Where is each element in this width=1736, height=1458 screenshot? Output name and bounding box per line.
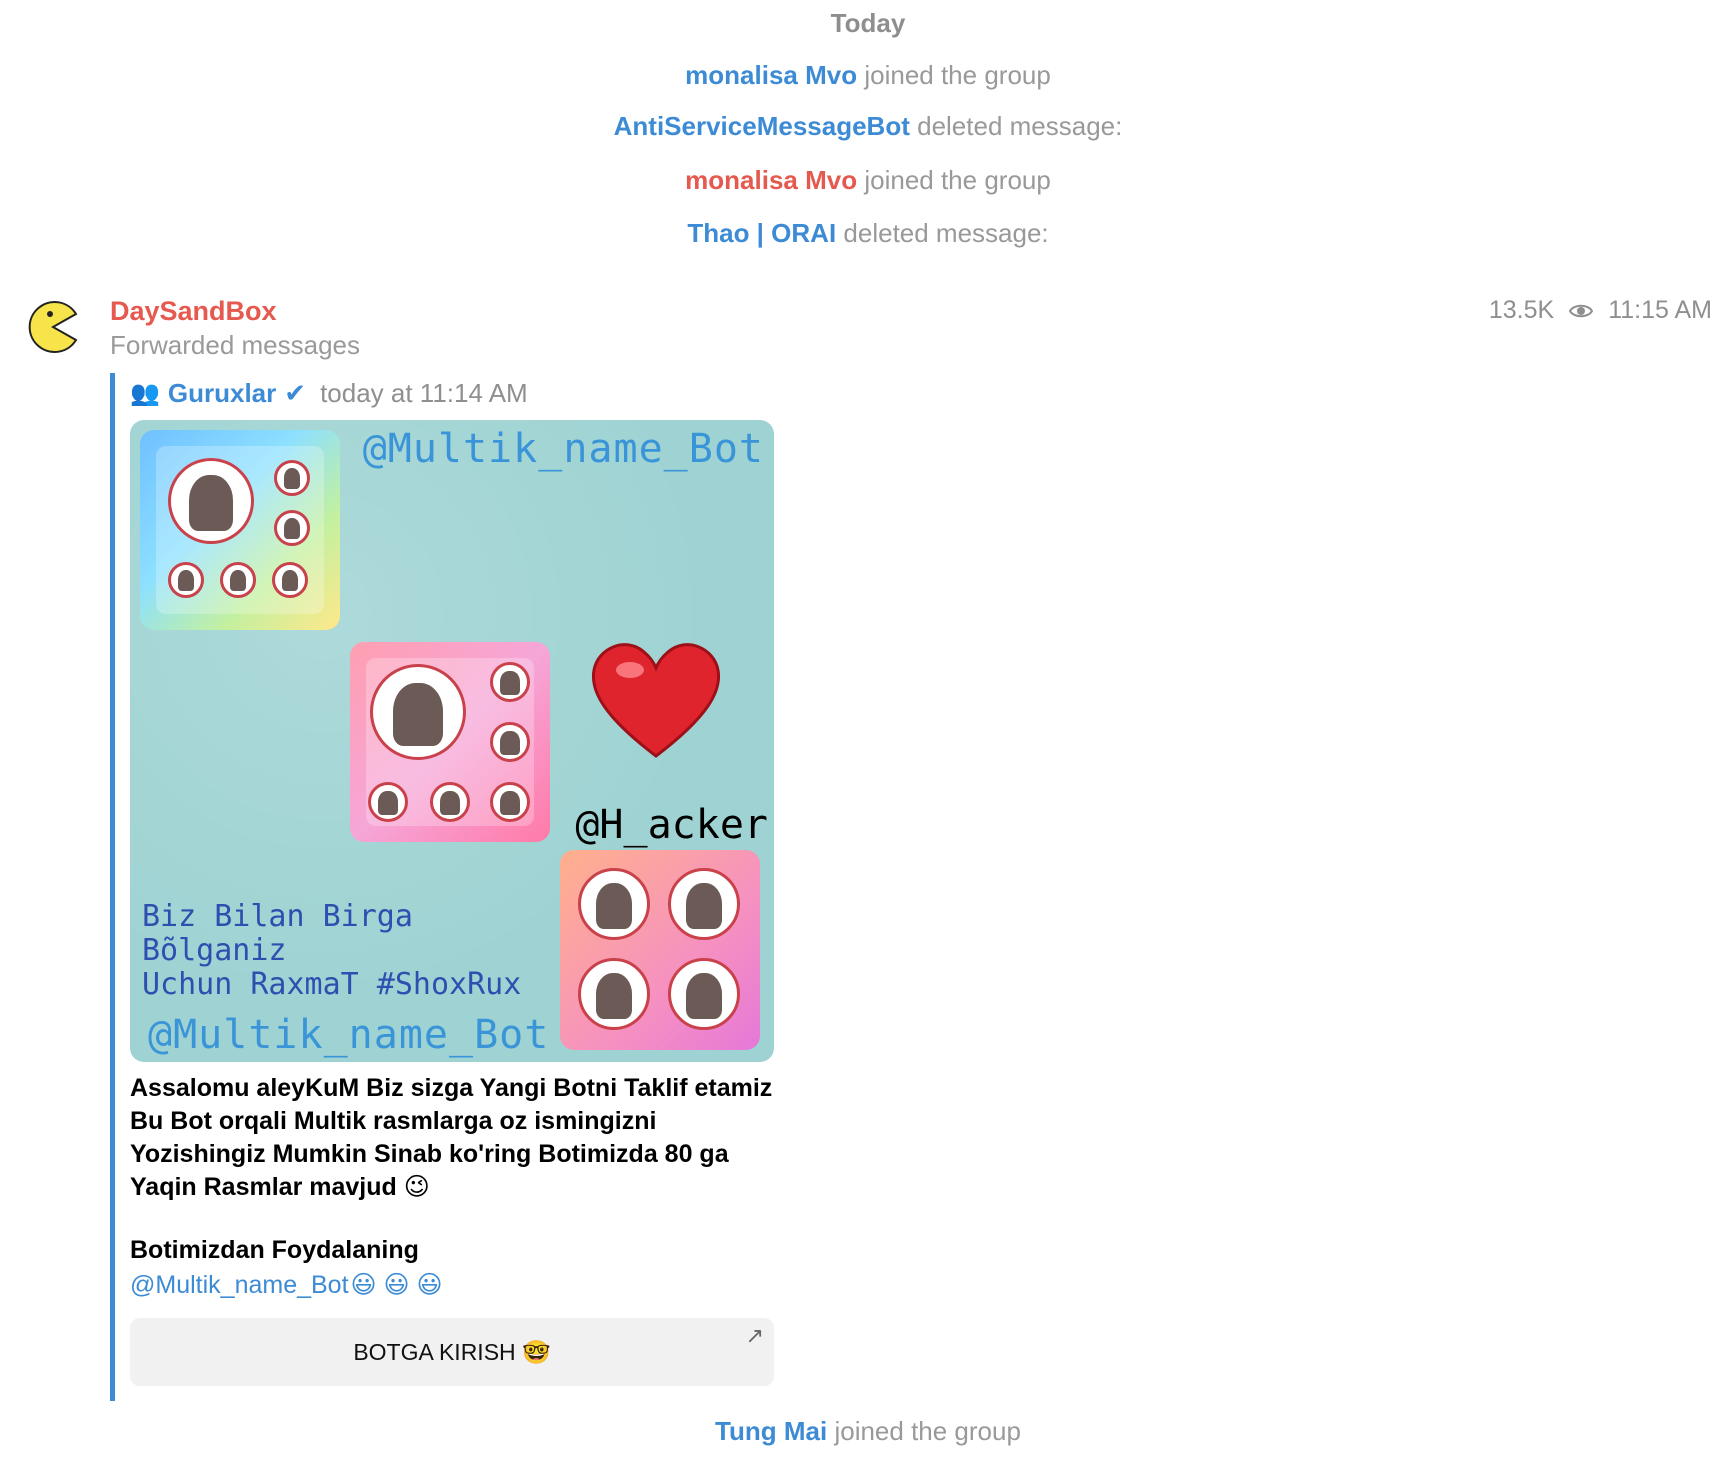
image-caption-line: Biz Bilan Birga Bõlganiz — [142, 899, 413, 968]
inline-url-button[interactable]: BOTGA KIRISH 🤓 ↗ — [130, 1318, 774, 1386]
eye-icon — [1569, 304, 1594, 317]
heart-icon — [591, 643, 721, 758]
service-user-link[interactable]: Tung Mai — [715, 1416, 827, 1446]
external-link-icon: ↗ — [745, 1323, 764, 1348]
service-message: Tung Mai joined the group — [0, 1416, 1736, 1447]
bot-link[interactable]: @Multik_name_Bot — [130, 1271, 349, 1299]
image-caption: Biz Bilan Birga Bõlganiz Uchun RaxmaT #S… — [142, 900, 542, 1002]
avatar[interactable] — [26, 300, 80, 354]
group-icon: 👥 — [130, 380, 160, 407]
service-message: Thao | ORAI deleted message: — [0, 218, 1736, 249]
service-message: AntiServiceMessageBot deleted message: — [0, 111, 1736, 142]
service-user-link[interactable]: Thao | ORAI — [687, 218, 836, 248]
sticker-card — [560, 850, 760, 1050]
image-handle: @H_acker — [575, 802, 768, 848]
image-watermark: @Multik_name_Bot — [362, 426, 764, 472]
message-paragraph: Assalomu aleyKuM Biz sizga Yangi Botni T… — [130, 1074, 773, 1201]
service-user-link[interactable]: AntiServiceMessageBot — [614, 111, 910, 141]
service-text: joined the group — [834, 1416, 1021, 1446]
emoji-text: 😃 😃 😃 — [350, 1271, 443, 1299]
sender-name[interactable]: DaySandBox — [110, 296, 277, 327]
message-time: 11:15 AM — [1608, 296, 1712, 324]
forward-bar — [110, 373, 115, 1401]
message-paragraph: Botimizdan Foydalaning — [130, 1236, 419, 1264]
service-text: joined the group — [864, 60, 1051, 90]
message-link-row: @Multik_name_Bot😃 😃 😃 — [130, 1270, 443, 1300]
message-photo[interactable]: @Multik_name_Bot @H_acker Biz Bilan Birg… — [130, 420, 774, 1062]
service-user-link[interactable]: monalisa Mvo — [685, 60, 857, 90]
service-message: monalisa Mvo joined the group — [0, 165, 1736, 196]
inline-button-label: BOTGA KIRISH 🤓 — [353, 1339, 551, 1365]
image-caption-line: Uchun RaxmaT #ShoxRux — [142, 967, 522, 1002]
service-user-link[interactable]: monalisa Mvo — [685, 165, 857, 195]
view-count: 13.5K — [1488, 296, 1555, 324]
message-meta: 13.5K 11:15 AM — [1489, 296, 1712, 325]
sticker-card — [140, 430, 340, 630]
forward-source-link[interactable]: Guruxlar — [168, 378, 276, 409]
image-watermark: @Multik_name_Bot — [148, 1012, 550, 1058]
verified-icon: ✔ — [284, 378, 307, 408]
message-text: Assalomu aleyKuM Biz sizga Yangi Botni T… — [130, 1072, 790, 1267]
forwarded-label: Forwarded messages — [110, 330, 360, 360]
forward-time: today at 11:14 AM — [320, 378, 528, 408]
service-text: deleted message: — [843, 218, 1049, 248]
sticker-card — [350, 642, 550, 842]
forward-header: 👥 Guruxlar ✔ today at 11:14 AM — [130, 378, 528, 409]
service-text: joined the group — [864, 165, 1051, 195]
service-message: monalisa Mvo joined the group — [0, 60, 1736, 91]
service-text: deleted message: — [917, 111, 1123, 141]
date-header: Today — [830, 8, 906, 38]
